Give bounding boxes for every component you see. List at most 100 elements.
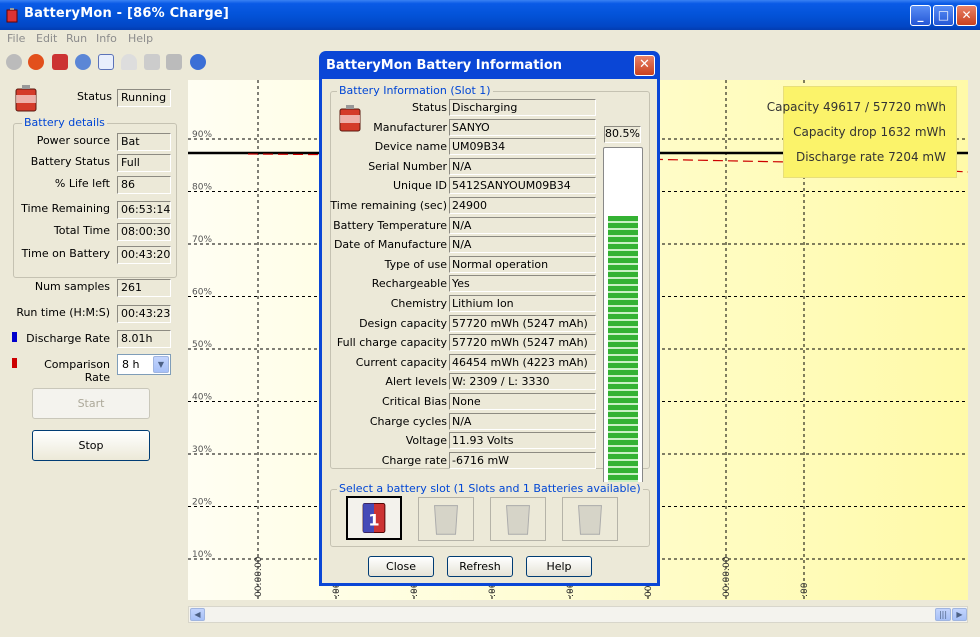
y-tick-label: 50%: [192, 340, 212, 350]
comparison-rate-label: Comparison Rate: [44, 358, 110, 384]
info-row-label: Type of use: [384, 257, 447, 271]
dialog-close-icon[interactable]: ✕: [634, 55, 655, 76]
battery-logo-icon: [15, 85, 37, 112]
scroll-right-arrow-icon[interactable]: ▶: [952, 608, 967, 621]
gauge-icon[interactable]: [121, 54, 137, 70]
total-time-label: Total Time: [53, 224, 110, 237]
info-row-value: SANYO: [449, 118, 596, 136]
charge-gauge-fill: [608, 216, 638, 488]
info-row-label: Status: [411, 101, 447, 114]
battery-info-group-title: Battery Information (Slot 1): [337, 84, 493, 97]
empty-slot-icon: [434, 505, 458, 535]
dialog-title-bar[interactable]: BatteryMon Battery Information ✕: [319, 51, 660, 79]
stop-icon[interactable]: [28, 54, 44, 70]
status-label: Status: [76, 90, 112, 103]
menu-info[interactable]: Info: [96, 32, 117, 45]
battery-slot-1[interactable]: 1: [346, 496, 402, 540]
discharge-color-swatch: [12, 332, 17, 342]
y-tick-label: 40%: [192, 393, 212, 403]
info-row-label: Charge cycles: [369, 414, 447, 428]
info-row-value: N/A: [449, 216, 596, 234]
y-tick-label: 30%: [192, 445, 212, 455]
info-row-label: Design capacity: [359, 316, 447, 330]
power-source-label: Power source: [36, 134, 110, 147]
info-row-value: Yes: [449, 275, 596, 293]
close-window-button[interactable]: ✕: [956, 5, 977, 26]
scroll-left-arrow-icon[interactable]: ◀: [190, 608, 205, 621]
empty-slot-icon: [578, 505, 602, 535]
info-row-label: Charge rate: [381, 453, 447, 467]
num-samples-label: Num samples: [34, 280, 110, 293]
info-row-value: Normal operation: [449, 255, 596, 273]
dialog-close-button[interactable]: Close: [368, 556, 434, 577]
y-tick-label: 90%: [192, 130, 212, 140]
battery-slot-1-icon: 1: [362, 503, 386, 533]
scroll-thumb[interactable]: |||: [935, 608, 951, 621]
time-remaining-field: 06:53:14: [117, 201, 171, 219]
battery-slot-2[interactable]: [418, 497, 474, 541]
menu-file[interactable]: File: [7, 32, 25, 45]
comparison-rate-select[interactable]: 8 h ▼: [117, 354, 171, 375]
capacity-drop-readout: Capacity drop 1632 mWh: [793, 125, 946, 139]
menu-help[interactable]: Help: [128, 32, 153, 45]
info-row-label: Rechargeable: [371, 277, 447, 291]
discharge-rate-readout: Discharge rate 7204 mW: [795, 150, 946, 164]
battery-info-icon: [339, 105, 361, 132]
menu-edit[interactable]: Edit: [36, 32, 57, 45]
info-row-label: Date of Manufacture: [333, 238, 447, 252]
x-tick-label: :00: [800, 582, 810, 597]
info-row-value: None: [449, 393, 596, 410]
stop-button[interactable]: Stop: [32, 430, 150, 461]
chart-horizontal-scrollbar[interactable]: ◀ ||| ▶: [188, 606, 968, 623]
start-button[interactable]: Start: [32, 388, 150, 419]
help-icon[interactable]: [190, 54, 206, 70]
info-row-value: N/A: [449, 157, 596, 175]
tool-icon[interactable]: [144, 54, 160, 70]
dialog-title: BatteryMon Battery Information: [326, 58, 563, 73]
info-row-label: Battery Temperature: [333, 218, 447, 232]
menu-bar: File Edit Run Info Help: [0, 30, 980, 48]
info-row-label: Serial Number: [368, 159, 447, 173]
maximize-button[interactable]: □: [933, 5, 954, 26]
globe-icon[interactable]: [75, 54, 91, 70]
check-icon[interactable]: [6, 54, 22, 70]
title-bar[interactable]: BatteryMon - [86% Charge] _ □ ✕: [0, 0, 980, 30]
time-remaining-label: Time Remaining: [21, 202, 110, 215]
empty-slot-icon: [506, 505, 530, 535]
dialog-help-button[interactable]: Help: [526, 556, 592, 577]
y-tick-label: 70%: [192, 235, 212, 245]
window-title: BatteryMon - [86% Charge]: [24, 6, 230, 21]
info-row-value: Lithium Ion: [449, 295, 596, 312]
battery-slot-4[interactable]: [562, 497, 618, 541]
svg-text:1: 1: [368, 510, 379, 529]
info-row-value: Discharging: [449, 99, 596, 116]
battery-icon[interactable]: [52, 54, 68, 70]
info-row-label: Device name: [374, 140, 447, 154]
menu-run[interactable]: Run: [66, 32, 87, 45]
num-samples-field: 261: [117, 279, 171, 297]
info-row-value: 11.93 Volts: [449, 432, 596, 450]
dialog-refresh-button[interactable]: Refresh: [447, 556, 513, 577]
info-row-value: N/A: [449, 236, 596, 254]
capacity-readout: Capacity 49617 / 57720 mWh: [766, 100, 946, 114]
battery-details-title: Battery details: [22, 116, 107, 129]
time-on-battery-label: Time on Battery: [21, 247, 110, 260]
comparison-rate-value: 8 h: [122, 358, 140, 371]
chart-info-box: Capacity 49617 / 57720 mWh Capacity drop…: [767, 86, 957, 178]
run-time-field: 00:43:23: [117, 305, 171, 323]
info-row-value: W: 2309 / L: 3330: [449, 373, 596, 391]
app-battery-icon: [6, 8, 18, 23]
minimize-button[interactable]: _: [910, 5, 931, 26]
battery-info-dialog: BatteryMon Battery Information ✕ Battery…: [319, 51, 660, 586]
info-row-label: Unique ID: [392, 179, 447, 193]
battery-slot-3[interactable]: [490, 497, 546, 541]
wrench-icon[interactable]: [166, 54, 182, 70]
chevron-down-icon[interactable]: ▼: [153, 356, 169, 373]
battery-status-label: Battery Status: [30, 155, 110, 168]
status-field: Running: [117, 89, 171, 107]
info-row-label: Alert levels: [385, 375, 447, 389]
comparison-color-swatch: [12, 358, 17, 368]
dialog-body: Battery Information (Slot 1) Status Disch…: [322, 79, 657, 583]
clipboard-icon[interactable]: [98, 54, 114, 70]
left-panel: Status Running Battery details Power sou…: [0, 74, 184, 614]
